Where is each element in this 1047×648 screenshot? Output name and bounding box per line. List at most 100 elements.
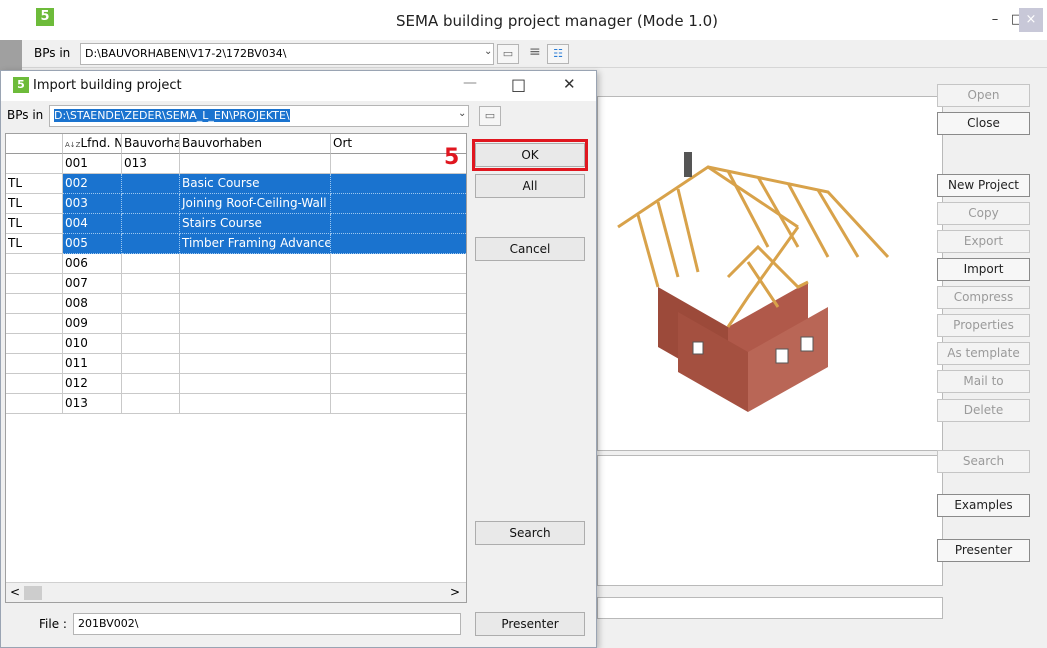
grid-cell-lfnd[interactable]: 006	[63, 254, 122, 274]
grid-cell-lfnd[interactable]: 011	[63, 354, 122, 374]
ok-button[interactable]: OK	[475, 143, 585, 167]
grid-cell-name[interactable]	[180, 374, 331, 394]
new-project-button[interactable]: New Project	[937, 174, 1030, 197]
column-header-bv-short[interactable]: Bauvorhal	[122, 134, 180, 154]
grid-cell-tag[interactable]	[6, 274, 63, 294]
grid-cell-short[interactable]	[122, 354, 180, 374]
grid-cell-tag[interactable]	[6, 254, 63, 274]
grid-cell-short[interactable]	[122, 334, 180, 354]
grid-cell-tag[interactable]	[6, 154, 63, 174]
grid-cell-name[interactable]	[180, 394, 331, 414]
all-button[interactable]: All	[475, 174, 585, 198]
grid-cell-lfnd[interactable]: 013	[63, 394, 122, 414]
dialog-close-icon[interactable]: ✕	[563, 75, 576, 93]
grid-cell-lfnd[interactable]: 001	[63, 154, 122, 174]
chevron-down-icon[interactable]: ⌄	[484, 46, 492, 57]
grid-cell-lfnd[interactable]: 010	[63, 334, 122, 354]
dialog-chevron-down-icon[interactable]: ⌄	[458, 108, 466, 119]
open-button[interactable]: Open	[937, 84, 1030, 107]
copy-button[interactable]: Copy	[937, 202, 1030, 225]
grid-cell-lfnd[interactable]: 012	[63, 374, 122, 394]
close-button[interactable]: Close	[937, 112, 1030, 135]
delete-button[interactable]: Delete	[937, 399, 1030, 422]
grid-cell-short[interactable]	[122, 254, 180, 274]
dialog-bps-path-field[interactable]: D:\STAENDE\ZEDER\SEMA_L_EN\PROJEKTE\	[49, 105, 469, 127]
grid-cell-short[interactable]: 013	[122, 154, 180, 174]
grid-cell-lfnd[interactable]: 005	[63, 234, 122, 254]
grid-cell-tag[interactable]	[6, 314, 63, 334]
grid-cell-short[interactable]	[122, 314, 180, 334]
grid-cell-short[interactable]	[122, 294, 180, 314]
grid-cell-short[interactable]	[122, 374, 180, 394]
grid-cell-ort[interactable]	[331, 254, 466, 274]
import-button[interactable]: Import	[937, 258, 1030, 281]
file-field[interactable]: 201BV002\	[73, 613, 461, 635]
grid-cell-lfnd[interactable]: 003	[63, 194, 122, 214]
examples-button[interactable]: Examples	[937, 494, 1030, 517]
grid-cell-short[interactable]	[122, 214, 180, 234]
grid-cell-name[interactable]	[180, 274, 331, 294]
folder-icon[interactable]: ▭	[497, 44, 519, 64]
grid-cell-ort[interactable]	[331, 174, 466, 194]
as-template-button[interactable]: As template	[937, 342, 1030, 365]
list-view-icon[interactable]: ≡	[529, 44, 541, 60]
grid-cell-name[interactable]: Joining Roof-Ceiling-Wall .	[180, 194, 331, 214]
grid-cell-ort[interactable]	[331, 374, 466, 394]
grid-cell-ort[interactable]	[331, 334, 466, 354]
scroll-left-icon[interactable]: <	[10, 585, 20, 599]
mail-to-button[interactable]: Mail to	[937, 370, 1030, 393]
grid-cell-ort[interactable]	[331, 354, 466, 374]
grid-cell-short[interactable]	[122, 194, 180, 214]
grid-cell-name[interactable]	[180, 254, 331, 274]
column-header-bauvorhaben[interactable]: Bauvorhaben	[180, 134, 331, 154]
grid-cell-ort[interactable]	[331, 194, 466, 214]
properties-button[interactable]: Properties	[937, 314, 1030, 337]
grid-cell-tag[interactable]: TL	[6, 174, 63, 194]
dialog-folder-icon[interactable]: ▭	[479, 106, 501, 126]
presenter-button[interactable]: Presenter	[937, 539, 1030, 562]
presenter-button-dialog[interactable]: Presenter	[475, 612, 585, 636]
grid-cell-lfnd[interactable]: 009	[63, 314, 122, 334]
grid-cell-tag[interactable]	[6, 354, 63, 374]
grid-cell-name[interactable]: Stairs Course	[180, 214, 331, 234]
bps-path-field[interactable]: D:\BAUVORHABEN\V17-2\172BV034\	[80, 43, 494, 65]
grid-cell-ort[interactable]	[331, 394, 466, 414]
grid-cell-tag[interactable]	[6, 394, 63, 414]
grid-cell-tag[interactable]	[6, 334, 63, 354]
grid-cell-lfnd[interactable]: 004	[63, 214, 122, 234]
grid-cell-short[interactable]	[122, 274, 180, 294]
grid-cell-ort[interactable]	[331, 234, 466, 254]
search-button[interactable]: Search	[937, 450, 1030, 473]
grid-cell-name[interactable]	[180, 154, 331, 174]
grid-cell-name[interactable]	[180, 294, 331, 314]
grid-cell-tag[interactable]: TL	[6, 234, 63, 254]
grid-cell-ort[interactable]	[331, 314, 466, 334]
grid-cell-ort[interactable]	[331, 294, 466, 314]
scroll-thumb[interactable]	[24, 586, 42, 600]
grid-cell-name[interactable]: Basic Course	[180, 174, 331, 194]
grid-cell-short[interactable]	[122, 394, 180, 414]
dialog-maximize-icon[interactable]: □	[511, 75, 526, 94]
export-button[interactable]: Export	[937, 230, 1030, 253]
grid-cell-name[interactable]	[180, 334, 331, 354]
grid-cell-tag[interactable]	[6, 374, 63, 394]
grid-cell-short[interactable]	[122, 234, 180, 254]
grid-cell-ort[interactable]	[331, 214, 466, 234]
search-button-dialog[interactable]: Search	[475, 521, 585, 545]
detail-view-icon[interactable]: ☷	[547, 44, 569, 64]
grid-horizontal-scrollbar[interactable]: < >	[6, 582, 466, 602]
dialog-minimize-icon[interactable]: —	[463, 75, 477, 91]
close-icon[interactable]: ×	[1019, 8, 1043, 32]
grid-cell-lfnd[interactable]: 008	[63, 294, 122, 314]
scroll-right-icon[interactable]: >	[450, 585, 460, 599]
grid-cell-tag[interactable]: TL	[6, 214, 63, 234]
grid-cell-ort[interactable]	[331, 274, 466, 294]
cancel-button[interactable]: Cancel	[475, 237, 585, 261]
grid-cell-lfnd[interactable]: 002	[63, 174, 122, 194]
grid-cell-name[interactable]: Timber Framing Advanced	[180, 234, 331, 254]
compress-button[interactable]: Compress	[937, 286, 1030, 309]
grid-cell-lfnd[interactable]: 007	[63, 274, 122, 294]
grid-cell-name[interactable]	[180, 354, 331, 374]
grid-cell-name[interactable]	[180, 314, 331, 334]
grid-cell-short[interactable]	[122, 174, 180, 194]
